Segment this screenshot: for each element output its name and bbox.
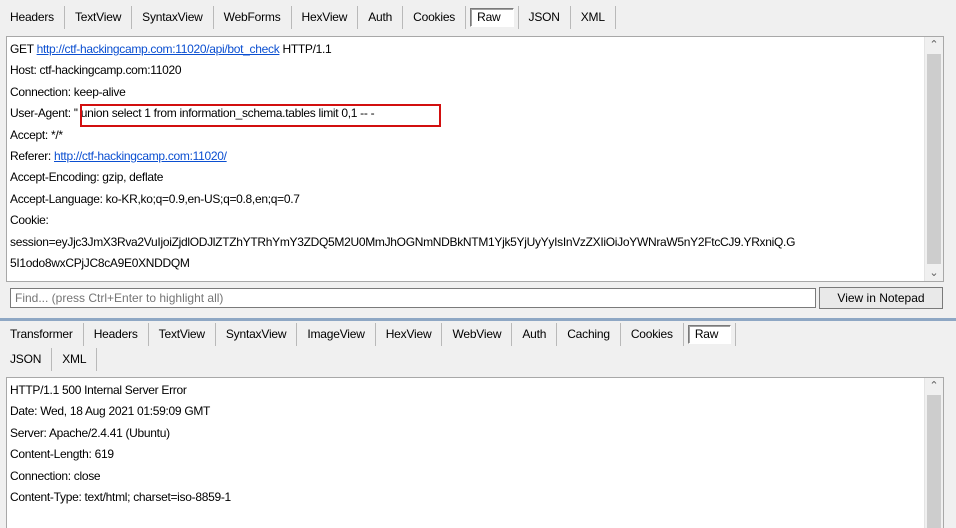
request-protocol: HTTP/1.1 (282, 42, 332, 56)
tab-headers[interactable]: Headers (84, 323, 149, 346)
tab-auth[interactable]: Auth (512, 323, 558, 346)
host-header: Host: ctf-hackingcamp.com:11020 (10, 63, 182, 78)
tab-transformer[interactable]: Transformer (0, 323, 84, 346)
tab-json[interactable]: JSON (519, 6, 571, 29)
tab-cookies[interactable]: Cookies (403, 6, 467, 29)
date-header: Date: Wed, 18 Aug 2021 01:59:09 GMT (10, 404, 211, 419)
response-scrollbar[interactable]: ⌃ (924, 378, 943, 528)
tab-raw[interactable]: Raw (684, 323, 737, 346)
request-url-link[interactable]: http://ctf-hackingcamp.com:11020/api/bot… (37, 42, 280, 56)
tab-raw-label: Raw (687, 325, 732, 344)
view-in-notepad-button[interactable]: View in Notepad (819, 287, 943, 309)
tab-json[interactable]: JSON (0, 348, 53, 371)
request-tab-bar: Headers TextView SyntaxView WebForms Hex… (0, 6, 616, 29)
cookie-value-line-1: session=eyJjc3JmX3Rva2VuIjoiZjdlODJlZTZh… (10, 234, 796, 249)
content-type-header: Content-Type: text/html; charset=iso-885… (10, 489, 231, 504)
request-scrollbar[interactable]: ⌃ ⌄ (924, 37, 943, 281)
pane-splitter[interactable] (0, 318, 956, 321)
request-line: GET http://ctf-hackingcamp.com:11020/api… (10, 39, 925, 60)
scroll-up-arrow-icon[interactable]: ⌃ (925, 37, 943, 53)
tab-hexview[interactable]: HexView (376, 323, 443, 346)
response-raw-text: HTTP/1.1 500 Internal Server Error Date:… (7, 378, 925, 528)
server-header: Server: Apache/2.4.41 (Ubuntu) (10, 425, 170, 440)
request-method: GET (10, 42, 34, 56)
response-tab-bar: Transformer Headers TextView SyntaxView … (0, 323, 737, 346)
tab-textview[interactable]: TextView (65, 6, 133, 29)
request-raw-pane[interactable]: GET http://ctf-hackingcamp.com:11020/api… (6, 36, 944, 282)
tab-webview[interactable]: WebView (442, 323, 513, 346)
user-agent-highlight-box (80, 104, 441, 127)
tab-xml[interactable]: XML (571, 6, 616, 29)
tab-cookies[interactable]: Cookies (621, 323, 684, 346)
request-raw-text: GET http://ctf-hackingcamp.com:11020/api… (7, 37, 925, 281)
scroll-up-arrow-icon[interactable]: ⌃ (925, 378, 943, 394)
find-input[interactable] (11, 289, 815, 307)
referer-url-link[interactable]: http://ctf-hackingcamp.com:11020/ (54, 149, 227, 163)
cookie-value-line-2: 5I1odo8wxCPjJC8cA9E0XNDDQM (10, 255, 190, 270)
connection-header: Connection: keep-alive (10, 84, 126, 99)
find-bar (10, 288, 816, 308)
tab-caching[interactable]: Caching (557, 323, 621, 346)
tab-xml[interactable]: XML (52, 348, 98, 371)
tab-syntaxview[interactable]: SyntaxView (132, 6, 214, 29)
response-status-line: HTTP/1.1 500 Internal Server Error (10, 383, 187, 397)
tab-textview[interactable]: TextView (149, 323, 216, 346)
response-tab-bar-row-2: JSON XML (0, 348, 98, 371)
response-scrollbar-thumb[interactable] (927, 395, 941, 528)
tab-imageview[interactable]: ImageView (297, 323, 376, 346)
referer-label: Referer: (10, 148, 51, 163)
tab-raw[interactable]: Raw (466, 6, 519, 29)
accept-language-header: Accept-Language: ko-KR,ko;q=0.9,en-US;q=… (10, 191, 300, 206)
request-scrollbar-thumb[interactable] (927, 54, 941, 264)
content-length-header: Content-Length: 619 (10, 447, 114, 462)
tab-hexview[interactable]: HexView (292, 6, 359, 29)
response-raw-pane[interactable]: HTTP/1.1 500 Internal Server Error Date:… (6, 377, 944, 528)
scroll-down-arrow-icon[interactable]: ⌄ (925, 265, 943, 281)
accept-header: Accept: */* (10, 127, 63, 142)
user-agent-label: User-Agent: (10, 106, 71, 121)
referer-header: Referer: http://ctf-hackingcamp.com:1102… (10, 146, 925, 167)
tab-syntaxview[interactable]: SyntaxView (216, 323, 298, 346)
accept-encoding-header: Accept-Encoding: gzip, deflate (10, 170, 164, 185)
tab-raw-label: Raw (470, 8, 514, 27)
tab-auth[interactable]: Auth (358, 6, 404, 29)
connection-header: Connection: close (10, 468, 101, 483)
tab-headers[interactable]: Headers (0, 6, 65, 29)
cookie-header: Cookie: (10, 213, 49, 228)
tab-webforms[interactable]: WebForms (214, 6, 292, 29)
